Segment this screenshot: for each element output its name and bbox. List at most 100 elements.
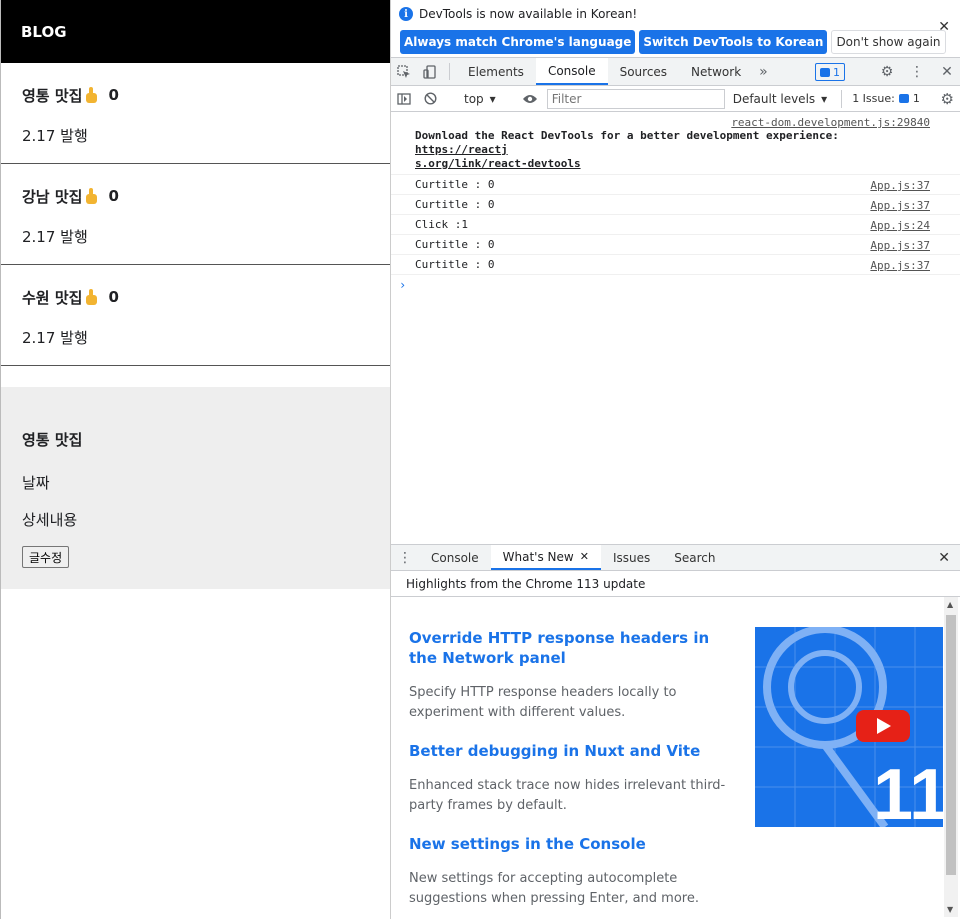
- close-tab-icon[interactable]: ✕: [580, 550, 589, 563]
- version-number: 11: [873, 755, 943, 827]
- message-text: Curtitle : 0: [415, 258, 495, 271]
- context-selector[interactable]: top ▾: [456, 92, 504, 106]
- navbar: BLOG: [1, 0, 390, 63]
- devtools-tabbar: Elements Console Sources Network » 1 ⚙ ⋮…: [391, 58, 960, 86]
- match-language-button[interactable]: Always match Chrome's language: [400, 30, 636, 54]
- drawer-menu-icon[interactable]: ⋮: [391, 545, 419, 570]
- console-message: react-dom.development.js:29840 Download …: [391, 112, 960, 175]
- console-message: Curtitle : 0 App.js:37: [391, 195, 960, 215]
- whats-new-panel: Override HTTP response headers in the Ne…: [391, 597, 960, 917]
- infobar-message: DevTools is now available in Korean!: [419, 7, 638, 21]
- post-date: 2.17 발행: [22, 228, 88, 246]
- more-tabs-icon[interactable]: »: [753, 58, 774, 85]
- scroll-up-icon[interactable]: ▲: [947, 600, 953, 609]
- source-link[interactable]: App.js:37: [870, 179, 930, 192]
- console-prompt-chevron-icon[interactable]: ›: [391, 275, 960, 292]
- live-expression-eye-icon[interactable]: [517, 94, 543, 104]
- source-link[interactable]: App.js:37: [870, 239, 930, 252]
- tab-network[interactable]: Network: [679, 58, 753, 85]
- console-settings-gear-icon[interactable]: ⚙: [941, 90, 954, 108]
- react-devtools-link[interactable]: s.org/link/react-devtools: [415, 157, 581, 170]
- highlights-header: Highlights from the Chrome 113 update: [391, 571, 960, 597]
- source-link[interactable]: App.js:37: [870, 259, 930, 272]
- settings-gear-icon[interactable]: ⚙: [874, 64, 900, 80]
- messages-badge[interactable]: 1: [815, 63, 845, 81]
- source-link[interactable]: react-dom.development.js:29840: [415, 116, 930, 129]
- console-message: Curtitle : 0 App.js:37: [391, 255, 960, 275]
- feature-title-link[interactable]: Override HTTP response headers in the Ne…: [409, 628, 729, 668]
- feature-description: Enhanced stack trace now hides irrelevan…: [409, 778, 726, 813]
- issues-counter[interactable]: 1 Issue: 1: [841, 89, 920, 108]
- tab-sources[interactable]: Sources: [608, 58, 679, 85]
- feature-title-link[interactable]: Better debugging in Nuxt and Vite: [409, 741, 729, 761]
- brand-title: BLOG: [21, 22, 67, 41]
- whats-new-video-thumbnail[interactable]: 11: [755, 627, 943, 827]
- sidebar-toggle-icon[interactable]: [391, 92, 417, 105]
- post-item[interactable]: 강남 맛집 0 2.17 발행: [1, 164, 390, 265]
- like-count: 0: [108, 288, 119, 306]
- message-text: Curtitle : 0: [415, 198, 495, 211]
- filter-input[interactable]: [546, 88, 725, 109]
- drawer-tab-console[interactable]: Console: [419, 545, 491, 570]
- console-message: Click :1 App.js:24: [391, 215, 960, 235]
- drawer-tab-search[interactable]: Search: [662, 545, 727, 570]
- modal-date: 날짜: [22, 474, 50, 492]
- console-output: react-dom.development.js:29840 Download …: [391, 112, 960, 544]
- dropdown-arrow-icon: ▾: [821, 91, 828, 106]
- language-infobar: i DevTools is now available in Korean! ✕…: [391, 0, 960, 58]
- feature-title-link[interactable]: New settings in the Console: [409, 834, 729, 854]
- blog-app: BLOG 영통 맛집 0 2.17 발행 강남 맛집 0 2.17 발행 수원 …: [0, 0, 391, 919]
- post-title[interactable]: 강남 맛집: [22, 186, 82, 207]
- scroll-down-icon[interactable]: ▼: [947, 905, 953, 914]
- post-item[interactable]: 영통 맛집 0 2.17 발행: [1, 63, 390, 164]
- feature-description: Specify HTTP response headers locally to…: [409, 685, 677, 720]
- console-toolbar: top ▾ Default levels ▾ 1 Issue: 1 ⚙: [391, 86, 960, 112]
- whats-new-item: Better debugging in Nuxt and Vite Enhanc…: [409, 741, 729, 816]
- device-toolbar-icon[interactable]: [417, 58, 443, 85]
- scroll-thumb[interactable]: [946, 615, 956, 875]
- log-levels-dropdown[interactable]: Default levels ▾: [733, 92, 827, 106]
- detail-modal: 영통 맛집 날짜 상세내용 글수정: [1, 387, 391, 589]
- inspect-element-icon[interactable]: [391, 58, 417, 85]
- dropdown-arrow-icon: ▾: [489, 91, 496, 106]
- post-date: 2.17 발행: [22, 127, 88, 145]
- modal-title: 영통 맛집: [22, 431, 83, 449]
- message-text: Curtitle : 0: [415, 178, 495, 191]
- post-title[interactable]: 수원 맛집: [22, 287, 82, 308]
- message-text: Download the React DevTools for a better…: [415, 129, 839, 142]
- whats-new-item: New settings in the Console New settings…: [409, 834, 729, 909]
- source-link[interactable]: App.js:37: [870, 199, 930, 212]
- drawer-tab-whats-new[interactable]: What's New ✕: [490, 545, 601, 570]
- drawer-tabbar: ⋮ Console What's New ✕ Issues Search ✕: [391, 544, 960, 571]
- scrollbar[interactable]: ▲ ▼: [944, 597, 958, 917]
- kebab-menu-icon[interactable]: ⋮: [904, 64, 930, 80]
- switch-korean-button[interactable]: Switch DevTools to Korean: [639, 30, 828, 54]
- thumbs-up-icon[interactable]: [85, 188, 99, 204]
- devtools-panel: i DevTools is now available in Korean! ✕…: [390, 0, 960, 919]
- edit-post-button[interactable]: 글수정: [22, 546, 70, 568]
- info-icon: i: [399, 7, 413, 21]
- close-devtools-icon[interactable]: ✕: [934, 64, 960, 80]
- post-item[interactable]: 수원 맛집 0 2.17 발행: [1, 265, 390, 366]
- clear-console-icon[interactable]: [417, 92, 443, 105]
- tab-console[interactable]: Console: [535, 58, 608, 85]
- tab-elements[interactable]: Elements: [456, 58, 536, 85]
- like-count: 0: [108, 86, 119, 104]
- source-link[interactable]: App.js:24: [870, 219, 930, 232]
- react-devtools-link[interactable]: https://reactj: [415, 143, 508, 156]
- close-drawer-icon[interactable]: ✕: [938, 550, 950, 566]
- modal-detail: 상세내용: [22, 511, 78, 529]
- console-message: Curtitle : 0 App.js:37: [391, 175, 960, 195]
- thumbs-up-icon[interactable]: [85, 87, 99, 103]
- thumbs-up-icon[interactable]: [85, 289, 99, 305]
- dont-show-again-button[interactable]: Don't show again: [831, 30, 946, 54]
- post-date: 2.17 발행: [22, 329, 88, 347]
- message-text: Curtitle : 0: [415, 238, 495, 251]
- feature-description: New settings for accepting autocomplete …: [409, 871, 699, 906]
- like-count: 0: [108, 187, 119, 205]
- post-title[interactable]: 영통 맛집: [22, 85, 82, 106]
- whats-new-item: Override HTTP response headers in the Ne…: [409, 628, 729, 723]
- drawer-tab-issues[interactable]: Issues: [601, 545, 662, 570]
- message-text: Click :1: [415, 218, 468, 231]
- message-icon: [898, 94, 909, 103]
